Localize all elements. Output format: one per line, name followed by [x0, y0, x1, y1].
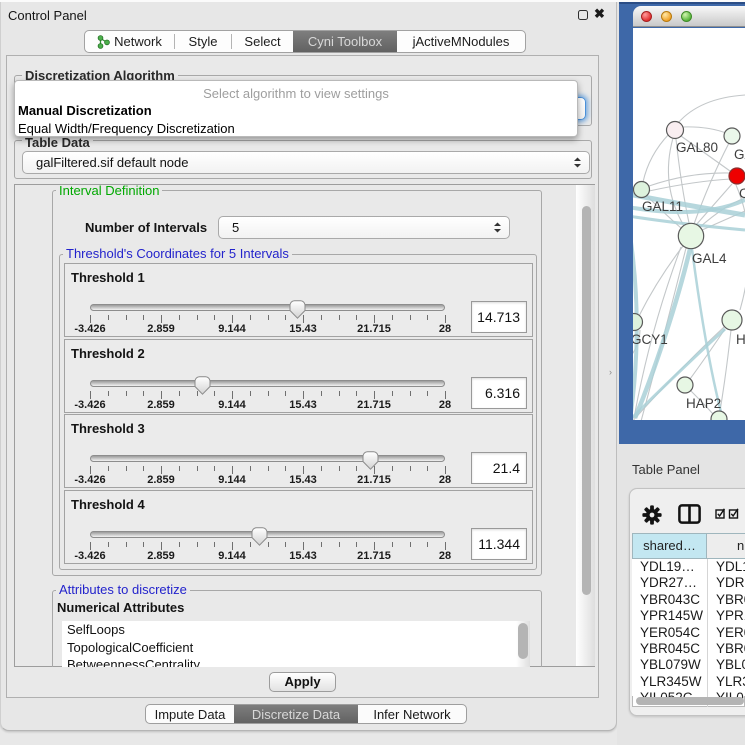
svg-text:HAP2: HAP2 — [686, 396, 721, 411]
svg-text:H: H — [736, 332, 745, 347]
svg-text:GAL4: GAL4 — [692, 251, 727, 266]
svg-text:GCY1: GCY1 — [633, 332, 668, 347]
svg-text:GAL80: GAL80 — [676, 140, 718, 155]
svg-text:C.: C. — [739, 186, 745, 201]
svg-text:GA: GA — [734, 147, 745, 162]
svg-text:GAL11: GAL11 — [642, 199, 683, 214]
